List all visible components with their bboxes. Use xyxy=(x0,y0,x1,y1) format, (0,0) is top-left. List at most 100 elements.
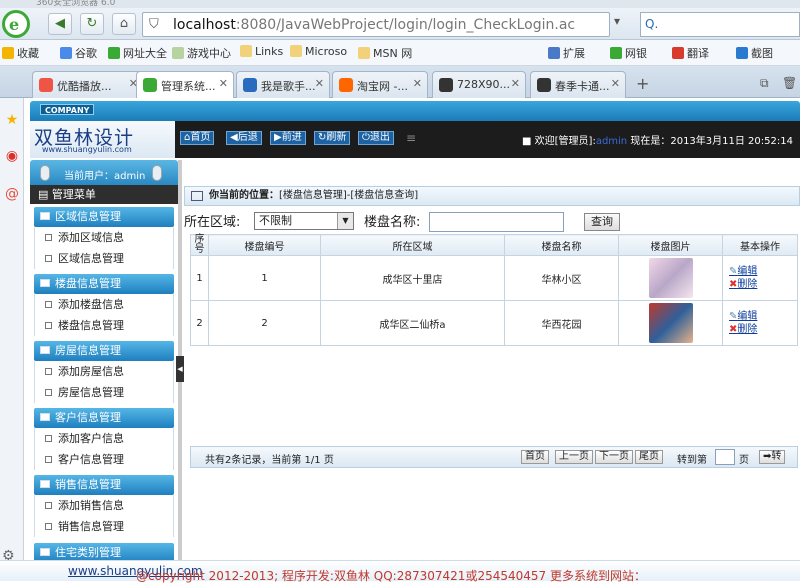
building-name-input[interactable] xyxy=(429,212,564,232)
search-input[interactable]: Q. xyxy=(640,12,800,37)
close-icon[interactable]: ✕ xyxy=(219,77,228,90)
bookmark-games[interactable]: 游戏中心 xyxy=(172,45,231,61)
name-label: 楼盘名称: xyxy=(364,215,421,230)
logout-button[interactable]: ⏻退出 xyxy=(358,131,394,145)
tab-taobao[interactable]: 淘宝网 -... ✕ xyxy=(332,71,428,98)
company-badge: COMPANY xyxy=(40,104,95,115)
tab-singer[interactable]: 我是歌手... ✕ xyxy=(236,71,330,98)
bookmark-hao123[interactable]: 网址大全 xyxy=(108,45,167,61)
site-header: 双鱼林设计 www.shuangyulin.com ⌂首页 ◀后退 ▶前进 ↻刷… xyxy=(30,121,800,158)
extensions-button[interactable]: 扩展 xyxy=(548,45,585,61)
tab-youku[interactable]: 优酷播放... ✕ xyxy=(32,71,144,98)
delete-link[interactable]: ✖删除 xyxy=(729,278,797,291)
menu-title: ▤ 管理菜单 xyxy=(30,185,178,204)
cell-name: 华林小区 xyxy=(504,255,619,301)
close-icon[interactable]: ✕ xyxy=(315,77,324,90)
tab-strip: 优酷播放... ✕ 管理系统... ✕ 我是歌手... ✕ 淘宝网 -... ✕ 728… xyxy=(0,66,800,98)
bookmark-links[interactable]: Links xyxy=(240,45,283,58)
tab-728x90[interactable]: 728X90... ✕ xyxy=(432,71,526,98)
last-page-button[interactable]: 尾页 xyxy=(635,450,663,464)
prev-page-button[interactable]: 上一页 xyxy=(555,450,593,464)
cell-index: 1 xyxy=(190,255,209,301)
building-table: 序号 楼盘编号 所在区域 楼盘名称 楼盘图片 基本操作 1 1 成华区十里店 华… xyxy=(190,234,798,346)
cell-image xyxy=(618,255,723,301)
tab-admin-system[interactable]: 管理系统... ✕ xyxy=(136,71,234,98)
browser-sidebar: ★ ◉ @ xyxy=(0,98,24,581)
column-header: 所在区域 xyxy=(320,234,505,256)
menu-item-add-house[interactable]: 添加房屋信息 xyxy=(34,361,174,382)
restore-tab-icon[interactable]: ⧉ xyxy=(760,76,769,91)
menu-group-building[interactable]: 楼盘信息管理 xyxy=(34,274,174,294)
building-photo xyxy=(648,303,693,343)
menu-group-area[interactable]: 区域信息管理 xyxy=(34,207,174,227)
column-header: 楼盘名称 xyxy=(504,234,619,256)
edit-link[interactable]: ✎编辑 xyxy=(729,310,797,323)
trash-icon[interactable]: 🗑 xyxy=(782,76,797,90)
menu-group-sales[interactable]: 销售信息管理 xyxy=(34,475,174,495)
menu-item-add-building[interactable]: 添加楼盘信息 xyxy=(34,294,174,315)
home-button[interactable]: ⌂首页 xyxy=(180,131,215,145)
new-tab-button[interactable]: + xyxy=(636,74,649,93)
first-page-button[interactable]: 首页 xyxy=(521,450,549,464)
back-icon[interactable]: ◀ xyxy=(48,13,72,35)
bookmark-favorites[interactable]: 收藏 xyxy=(2,45,39,61)
back-button[interactable]: ◀后退 xyxy=(226,131,262,145)
column-header: 楼盘图片 xyxy=(618,234,723,256)
footer-text: @copyright 2012-2013; 程序开发:双鱼林 QQ:287307… xyxy=(136,569,646,583)
refresh-button[interactable]: ↻刷新 xyxy=(314,131,351,145)
weibo-icon[interactable]: ◉ xyxy=(2,146,22,166)
menu-item-manage-building[interactable]: 楼盘信息管理 xyxy=(34,315,174,336)
collapse-arrow-icon[interactable]: ◀ xyxy=(176,356,184,382)
close-icon[interactable]: ✕ xyxy=(511,77,520,90)
home-icon[interactable]: ⌂ xyxy=(112,13,136,35)
menu-item-manage-house[interactable]: 房屋信息管理 xyxy=(34,382,174,403)
cell-area: 成华区十里店 xyxy=(320,255,505,301)
bookmark-google[interactable]: 谷歌 xyxy=(60,45,97,61)
area-select[interactable]: 不限制 ▼ xyxy=(254,212,354,230)
dropdown-icon[interactable]: ▾ xyxy=(614,14,636,36)
menu-group-house[interactable]: 房屋信息管理 xyxy=(34,341,174,361)
menu-item-manage-area[interactable]: 区域信息管理 xyxy=(34,248,174,269)
cell-code: 1 xyxy=(208,255,321,301)
menu-group-customer[interactable]: 客户信息管理 xyxy=(34,408,174,428)
delete-link[interactable]: ✖删除 xyxy=(729,323,797,336)
next-page-button[interactable]: 下一页 xyxy=(595,450,633,464)
goto-button[interactable]: ➡转 xyxy=(759,450,786,464)
forward-button[interactable]: ▶前进 xyxy=(270,131,306,145)
star-icon xyxy=(2,47,14,59)
search-icon: Q. xyxy=(645,17,659,31)
star-icon[interactable]: ★ xyxy=(2,110,22,130)
ebank-button[interactable]: 网银 xyxy=(610,45,647,61)
translate-button[interactable]: 翻译 xyxy=(672,45,709,61)
cell-image xyxy=(618,300,723,346)
refresh-icon[interactable]: ↻ xyxy=(80,13,104,35)
at-icon[interactable]: @ xyxy=(2,184,22,204)
close-icon[interactable]: ✕ xyxy=(611,77,620,90)
menu-item-add-customer[interactable]: 添加客户信息 xyxy=(34,428,174,449)
breadcrumb: 你当前的位置：[楼盘信息管理]-[楼盘信息查询] xyxy=(184,186,800,206)
address-bar[interactable]: ⛉ localhost:8080/JavaWebProject/login/lo… xyxy=(142,12,610,37)
cell-name: 华西花园 xyxy=(504,300,619,346)
goto-page-input[interactable] xyxy=(715,449,735,465)
tab-cartoon[interactable]: 春季卡通... ✕ xyxy=(530,71,626,98)
window-title-bar: 360安全浏览器 6.0 xyxy=(0,0,800,8)
content-area: 你当前的位置：[楼盘信息管理]-[楼盘信息查询] 所在区域: 不限制 ▼ 楼盘名称… xyxy=(184,186,800,468)
column-header: 序号 xyxy=(190,234,209,256)
bookmark-msn[interactable]: MSN 网 xyxy=(358,45,412,61)
menu-item-manage-sales[interactable]: 销售信息管理 xyxy=(34,516,174,537)
screenshot-button[interactable]: 截图 xyxy=(736,45,773,61)
browser-logo-icon[interactable]: e xyxy=(2,10,30,38)
web-page: COMPANY 双鱼林设计 www.shuangyulin.com ⌂首页 ◀后… xyxy=(24,98,800,581)
close-icon[interactable]: ✕ xyxy=(413,77,422,90)
cell-actions: ✎编辑 ✖删除 xyxy=(722,255,798,301)
bookmark-microsoft[interactable]: Microso xyxy=(290,45,347,58)
address-text[interactable]: localhost:8080/JavaWebProject/login/logi… xyxy=(173,17,575,33)
bookmarks-bar: 收藏 谷歌 网址大全 游戏中心 Links Microso MSN 网 扩展 网… xyxy=(0,40,800,66)
cell-actions: ✎编辑 ✖删除 xyxy=(722,300,798,346)
menu-item-add-sales[interactable]: 添加销售信息 xyxy=(34,495,174,516)
menu-lines-icon: ≡ xyxy=(406,131,417,145)
query-button[interactable]: 查询 xyxy=(584,213,620,231)
menu-item-add-area[interactable]: 添加区域信息 xyxy=(34,227,174,248)
edit-link[interactable]: ✎编辑 xyxy=(729,265,797,278)
menu-item-manage-customer[interactable]: 客户信息管理 xyxy=(34,449,174,470)
